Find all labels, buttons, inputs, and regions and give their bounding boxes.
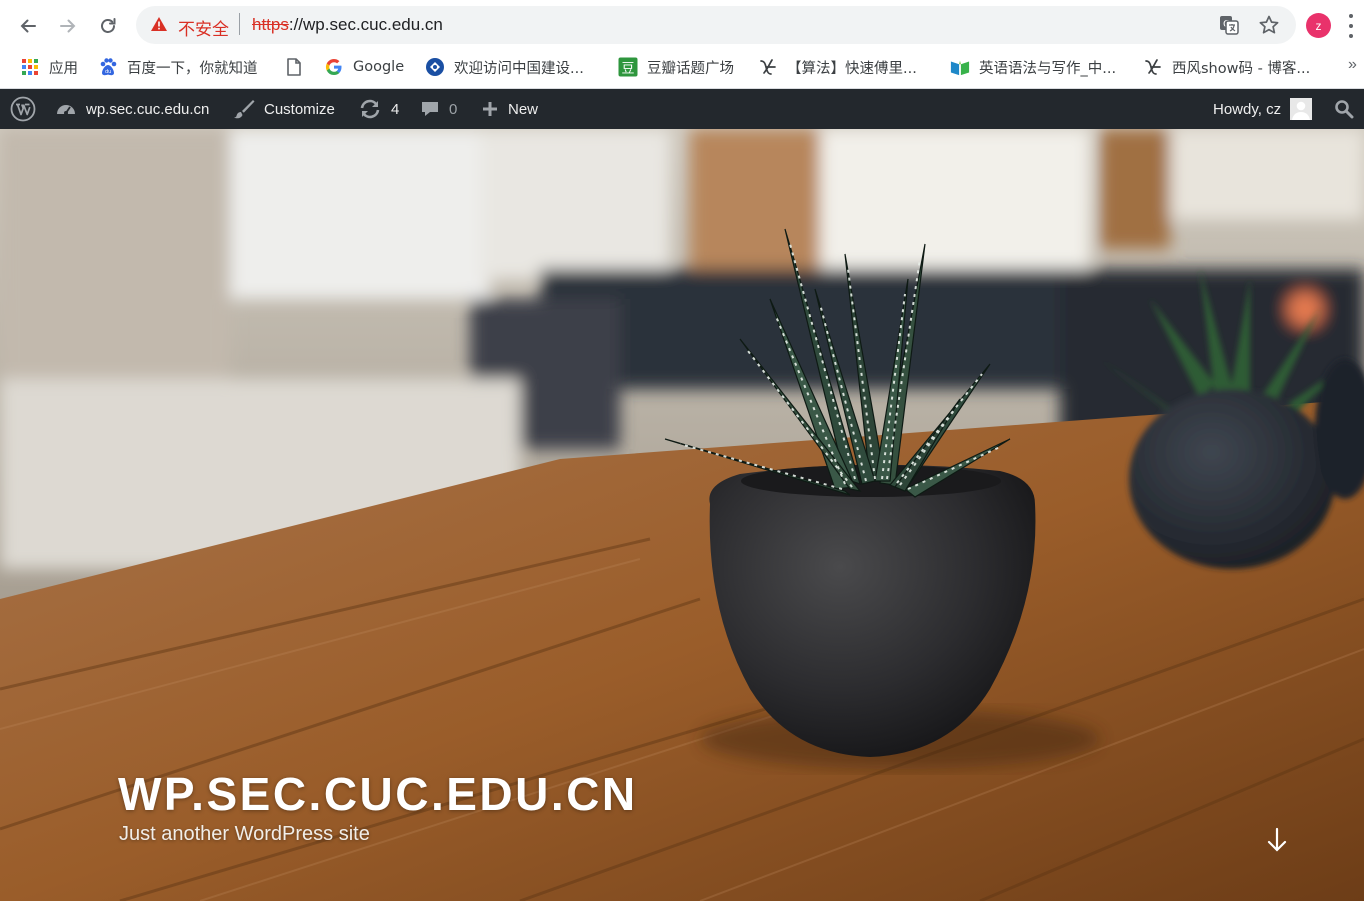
ccb-icon <box>425 57 445 77</box>
wp-admin-bar: wp.sec.cuc.edu.cn Customize 4 0 New Howd… <box>0 89 1364 129</box>
admin-search-button[interactable] <box>1334 89 1354 129</box>
url-text[interactable]: https://wp.sec.cuc.edu.cn <box>252 15 443 35</box>
bookmark-fft-article[interactable]: 【算法】快速傅里... <box>758 50 917 84</box>
bookmark-star-icon[interactable] <box>1258 14 1280 41</box>
wp-logo-menu[interactable] <box>10 89 36 129</box>
scroll-down-button[interactable] <box>1262 825 1292 855</box>
bookmark-label: 英语语法与写作_中... <box>979 60 1117 77</box>
updates-refresh-icon <box>360 99 380 119</box>
search-icon <box>1335 100 1354 119</box>
comments-count: 0 <box>449 100 458 118</box>
google-g-icon <box>324 57 344 77</box>
blank-page-icon <box>284 57 304 77</box>
bookmark-ccb[interactable]: 欢迎访问中国建设... <box>425 50 584 84</box>
script-a-icon <box>758 57 778 77</box>
new-label: New <box>508 100 539 118</box>
bookmarks-bar: 应用 du 百度一下，你就知道 Google 欢迎访问中国建设... 豆 豆瓣话… <box>0 50 1364 89</box>
svg-text:豆: 豆 <box>622 62 635 77</box>
customize-label: Customize <box>264 100 335 118</box>
updates-count: 4 <box>391 100 400 118</box>
apps-grid-icon <box>20 57 40 77</box>
address-bar[interactable]: 不安全 https://wp.sec.cuc.edu.cn G <box>136 6 1296 44</box>
url-scheme: https <box>252 15 289 34</box>
translate-icon[interactable]: G <box>1218 14 1240 41</box>
arrow-down-icon <box>1267 827 1287 852</box>
bookmark-label: Google <box>353 59 405 75</box>
site-title[interactable]: WP.SEC.CUC.EDU.CN <box>118 767 638 821</box>
arrow-right-icon <box>60 19 76 33</box>
bookmark-label: 应用 <box>49 60 78 77</box>
forward-button[interactable] <box>52 10 84 42</box>
bookmark-label: 西风show码 - 博客... <box>1172 60 1311 77</box>
wordpress-logo-icon <box>10 96 36 122</box>
bookmark-xifeng-blog[interactable]: 西风show码 - 博客... <box>1143 50 1310 84</box>
baidu-paw-icon: du <box>98 57 118 77</box>
url-host: ://wp.sec.cuc.edu.cn <box>288 15 443 34</box>
howdy-label: Howdy, cz <box>1213 100 1282 118</box>
bookmark-apps[interactable]: 应用 <box>20 50 78 84</box>
bookmarks-overflow-icon[interactable]: » <box>1348 56 1357 74</box>
reload-icon <box>101 18 116 33</box>
site-tagline: Just another WordPress site <box>119 823 370 845</box>
bookmark-blank-page[interactable] <box>284 50 304 84</box>
svg-text:du: du <box>105 69 111 75</box>
comments-link[interactable]: 0 <box>420 89 457 129</box>
arrow-left-icon <box>20 19 36 33</box>
site-name-menu[interactable]: wp.sec.cuc.edu.cn <box>55 89 209 129</box>
book-icon <box>950 57 970 77</box>
my-account-menu[interactable]: Howdy, cz <box>1213 89 1313 129</box>
updates-link[interactable]: 4 <box>358 89 399 129</box>
back-button[interactable] <box>12 10 44 42</box>
bookmark-grammar[interactable]: 英语语法与写作_中... <box>950 50 1116 84</box>
bookmark-label: 百度一下，你就知道 <box>127 60 258 77</box>
bookmark-google[interactable]: Google <box>324 50 404 84</box>
reload-button[interactable] <box>92 10 124 42</box>
bookmark-douban[interactable]: 豆 豆瓣话题广场 <box>618 50 734 84</box>
bookmark-label: 欢迎访问中国建设... <box>454 60 584 77</box>
insecure-label[interactable]: 不安全 <box>178 15 229 40</box>
user-avatar-icon <box>1290 98 1313 120</box>
browser-toolbar: 不安全 https://wp.sec.cuc.edu.cn G z <box>0 0 1364 50</box>
paintbrush-icon <box>234 100 255 119</box>
dashboard-gauge-icon <box>57 105 75 115</box>
new-content-menu[interactable]: New <box>481 89 538 129</box>
bookmark-label: 【算法】快速傅里... <box>787 60 917 77</box>
profile-avatar[interactable]: z <box>1306 13 1331 38</box>
url-separator <box>239 13 240 35</box>
script-a-icon <box>1143 57 1163 77</box>
more-menu-icon[interactable] <box>1346 14 1356 38</box>
bookmark-baidu[interactable]: du 百度一下，你就知道 <box>98 50 258 84</box>
site-name-label: wp.sec.cuc.edu.cn <box>86 100 210 118</box>
douban-icon: 豆 <box>618 57 638 77</box>
warning-triangle-icon[interactable] <box>150 16 168 37</box>
plus-icon <box>483 102 497 116</box>
customize-link[interactable]: Customize <box>233 89 335 129</box>
header-hero-image: WP.SEC.CUC.EDU.CN Just another WordPress… <box>0 129 1364 901</box>
comment-bubble-icon <box>422 102 438 116</box>
bookmark-label: 豆瓣话题广场 <box>647 60 734 77</box>
